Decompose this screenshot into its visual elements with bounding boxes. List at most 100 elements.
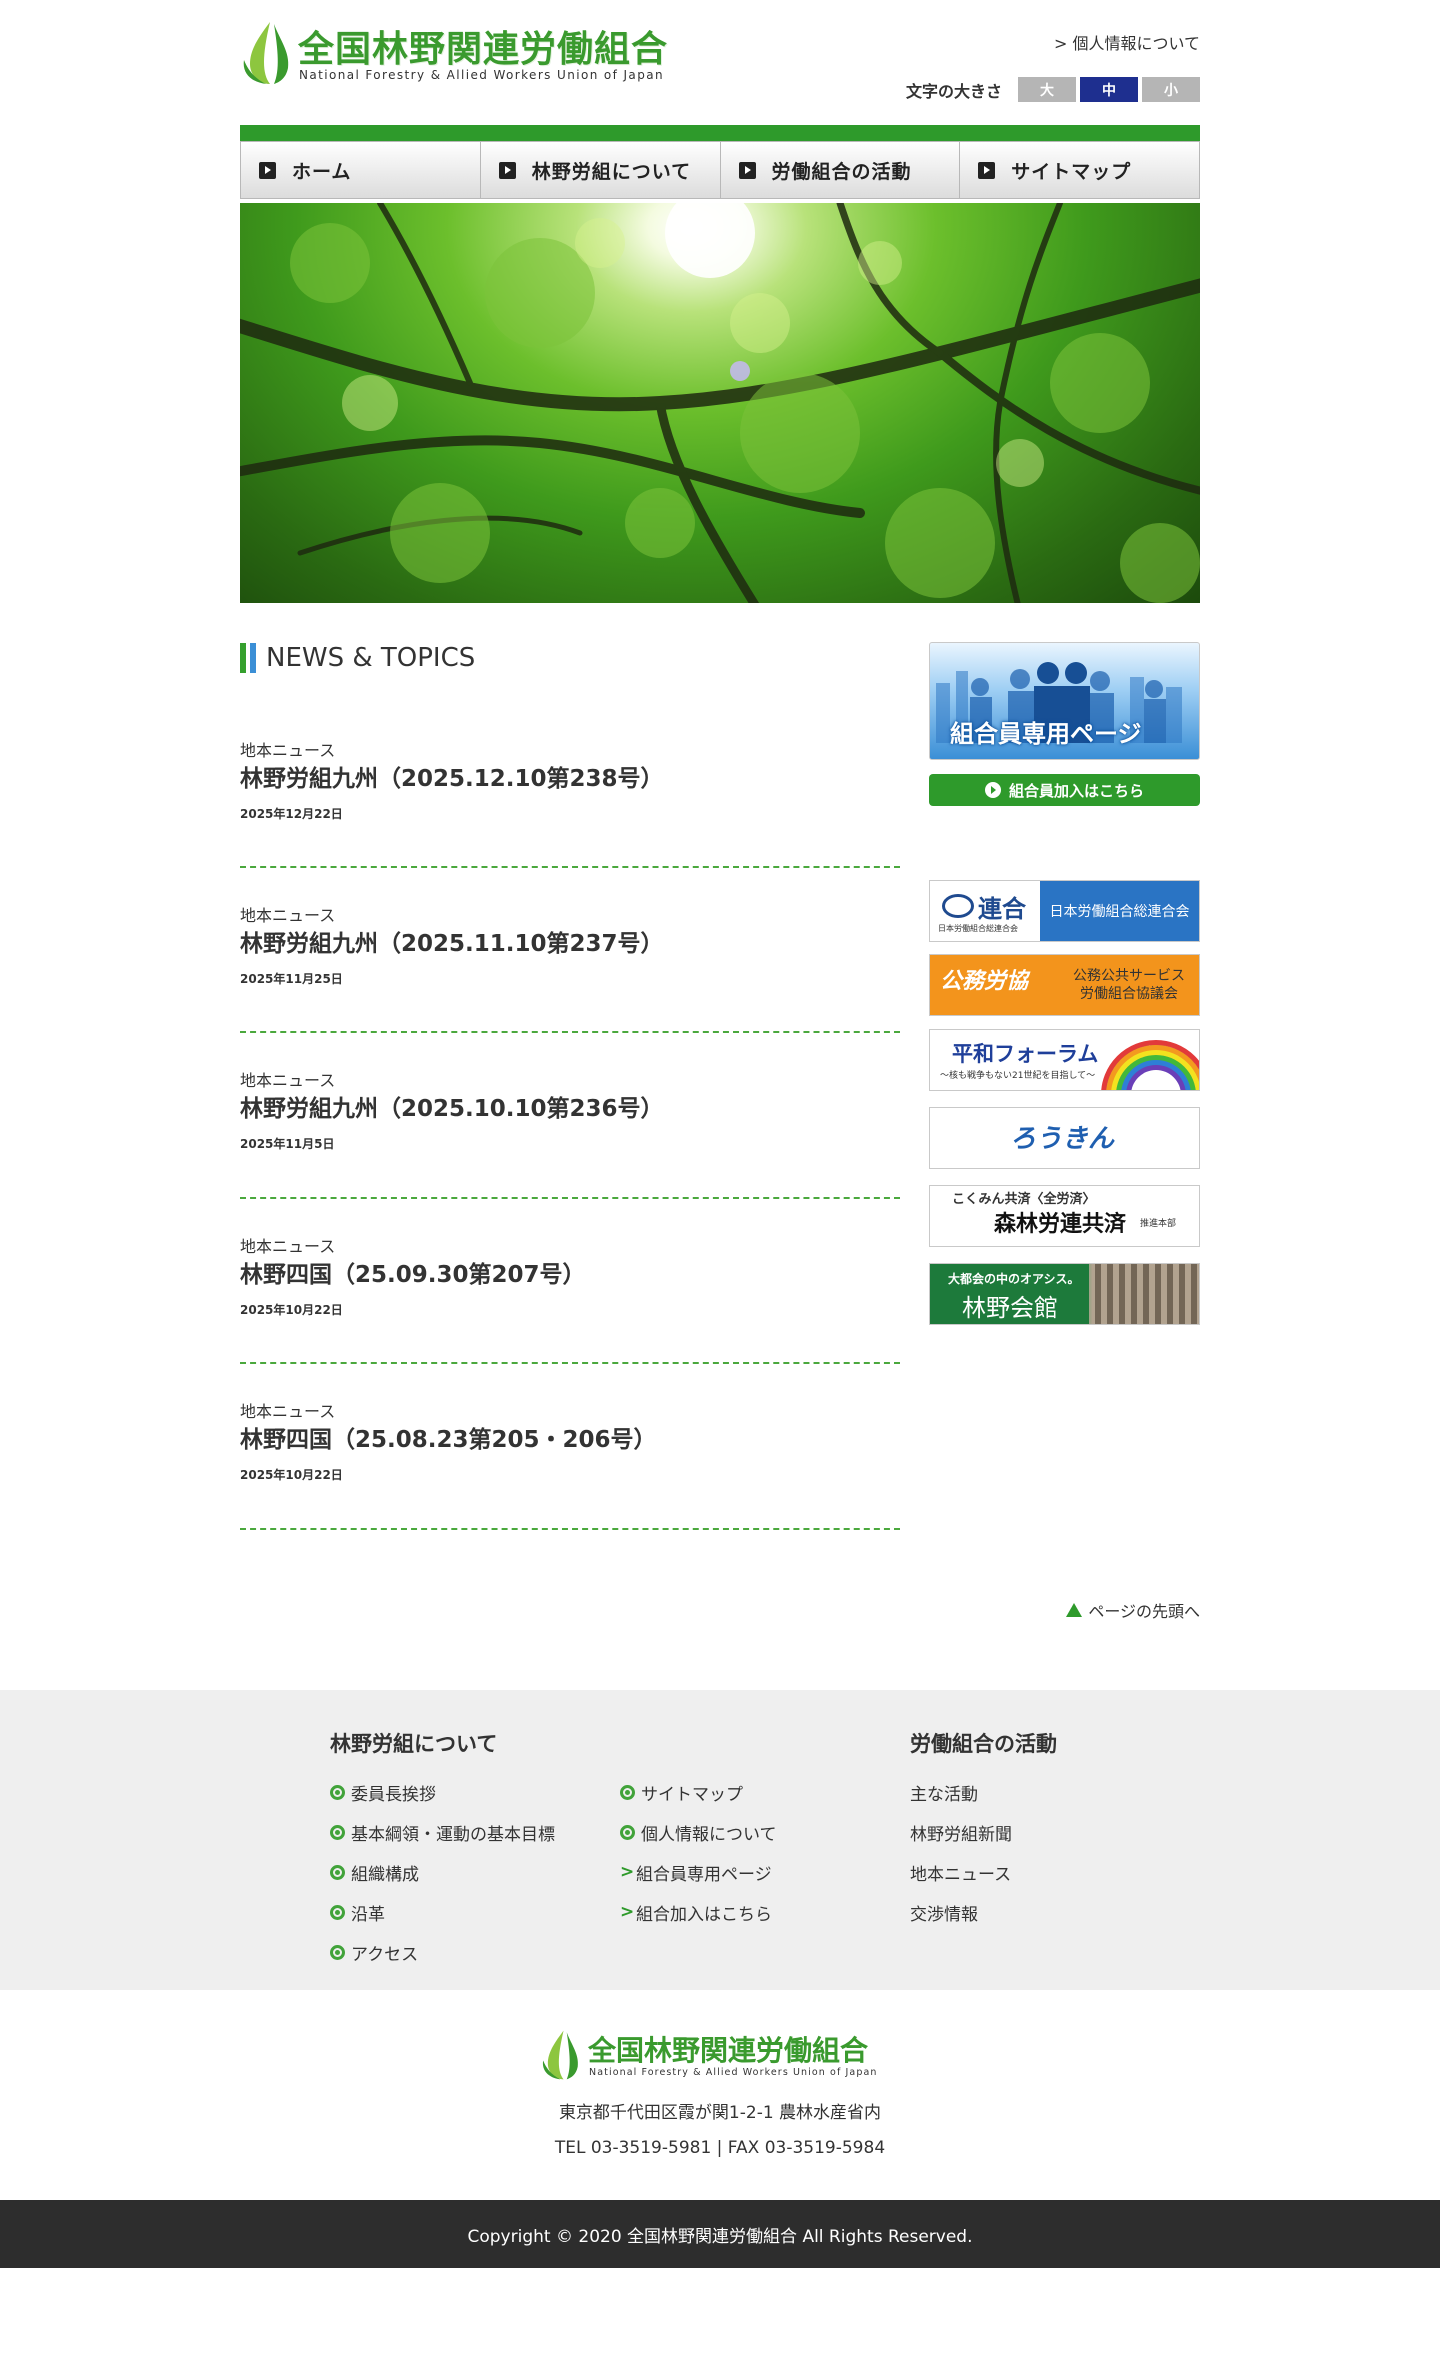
komu-banner-text: 公務公共サービス 労働組合協議会 <box>1073 968 1185 1002</box>
join-union-button[interactable]: 組合員加入はこちら <box>929 774 1200 806</box>
banner-rengo[interactable]: 連合 日本労働組合総連合会 日本労働組合総連合会 <box>929 880 1200 942</box>
circle-bullet-icon <box>620 1784 635 1800</box>
nav-item-activities[interactable]: 労働組合の活動 <box>720 141 961 199</box>
footer-link-join[interactable]: > 組合加入はこちら <box>620 1892 777 1932</box>
banner-shinrin-roren-kyosai[interactable]: こくみん共済〈全労済〉 森林労連共済 推進本部 <box>929 1185 1200 1247</box>
footer-address: 東京都千代田区霞が関1-2-1 農林水産省内 <box>558 2103 882 2123</box>
rengo-logo-subtitle: 日本労働組合総連合会 <box>938 924 1018 933</box>
news-title-link[interactable]: 林野労組九州（2025.12.10第238号） <box>240 759 664 793</box>
rengo-logo: 連合 <box>942 889 1026 924</box>
arrow-right-icon <box>978 161 996 179</box>
news-title-link[interactable]: 林野労組九州（2025.11.10第237号） <box>240 924 664 958</box>
footer-logo[interactable]: 全国林野関連労働組合 National Forestry & Allied Wo… <box>540 2025 900 2085</box>
news-category: 地本ニュース <box>240 741 336 760</box>
news-title-link[interactable]: 林野四国（25.09.30第207号） <box>240 1255 586 1289</box>
footer-link-organization[interactable]: 組織構成 <box>330 1852 555 1892</box>
news-heading-text: NEWS & TOPICS <box>266 643 476 673</box>
font-size-medium-button[interactable]: 中 <box>1080 77 1138 102</box>
member-page-banner[interactable]: 組合員専用ページ <box>929 642 1200 760</box>
footer-nav: 林野労組について 委員長挨拶 基本綱領・運動の基本目標 組織構成 沿革 アクセス… <box>0 1690 1440 1990</box>
hero-branches <box>240 203 1200 603</box>
footer-link-privacy[interactable]: 個人情報について <box>620 1812 777 1852</box>
news-category: 地本ニュース <box>240 1402 336 1421</box>
footer-link-greeting[interactable]: 委員長挨拶 <box>330 1772 555 1812</box>
komu-logo: 公務労協 <box>940 969 1029 994</box>
global-nav: ホーム 林野労組について 労働組合の活動 サイトマップ <box>240 141 1200 199</box>
news-item: 地本ニュース 林野労組九州（2025.12.10第238号） 2025年12月2… <box>240 737 900 868</box>
shinrin-banner-title: 森林労連共済 <box>994 1212 1127 1237</box>
page-top-label: ページの先頭へ <box>1088 1602 1200 1621</box>
news-item: 地本ニュース 林野四国（25.09.30第207号） 2025年10月22日 <box>240 1233 900 1364</box>
chevron-right-icon: > <box>620 1862 635 1882</box>
nav-item-about[interactable]: 林野労組について <box>480 141 721 199</box>
logo-leaf-icon <box>542 2030 578 2080</box>
banner-peace-forum[interactable]: 平和フォーラム 〜核も戦争もない21世紀を目指して〜 <box>929 1029 1200 1091</box>
news-date: 2025年10月22日 <box>240 1468 343 1482</box>
font-size-large-button[interactable]: 大 <box>1018 77 1076 102</box>
privacy-link[interactable]: > 個人情報について <box>1054 30 1200 54</box>
footer-nav-activities: 労働組合の活動 主な活動 林野労組新聞 地本ニュース 交渉情報 <box>910 1728 1057 1932</box>
chevron-right-icon: > <box>620 1902 635 1922</box>
site-logo[interactable]: 全国林野関連労働組合 National Forestry & Allied Wo… <box>240 18 680 90</box>
rokin-logo: ろうきん <box>1010 1124 1115 1154</box>
building-icon <box>1089 1264 1199 1324</box>
footer-logo-title: 全国林野関連労働組合 <box>588 2034 869 2067</box>
footer-link-member-page[interactable]: > 組合員専用ページ <box>620 1852 777 1892</box>
footer-link-chihon-news[interactable]: 地本ニュース <box>910 1852 1057 1892</box>
font-size-small-button[interactable]: 小 <box>1142 77 1200 102</box>
rainbow-icon <box>1101 1040 1199 1090</box>
news-item: 地本ニュース 林野四国（25.08.23第205・206号） 2025年10月2… <box>240 1398 900 1530</box>
nav-item-label: 労働組合の活動 <box>771 160 912 183</box>
news-category: 地本ニュース <box>240 906 336 925</box>
footer-contact: TEL 03-3519-5981 | FAX 03-3519-5984 <box>554 2138 886 2158</box>
join-button-label: 組合員加入はこちら <box>1008 781 1144 800</box>
arrow-right-icon <box>498 161 516 179</box>
news-date: 2025年10月22日 <box>240 1303 343 1317</box>
footer-link-history[interactable]: 沿革 <box>330 1892 555 1932</box>
banner-rinya-kaikan[interactable]: 大都会の中のオアシス。 林野会館 <box>929 1263 1200 1325</box>
banner-rokin[interactable]: ろうきん <box>929 1107 1200 1169</box>
arrow-right-icon <box>259 161 276 179</box>
news-title-link[interactable]: 林野四国（25.08.23第205・206号） <box>240 1420 657 1454</box>
news-category: 地本ニュース <box>240 1237 336 1256</box>
arrow-right-icon <box>738 161 756 179</box>
circle-bullet-icon <box>330 1864 345 1880</box>
heading-bars-icon <box>240 643 256 673</box>
footer-nav-misc: サイトマップ 個人情報について > 組合員専用ページ > 組合加入はこちら <box>620 1772 777 1932</box>
circle-bullet-icon <box>330 1784 345 1800</box>
news-title-link[interactable]: 林野労組九州（2025.10.10第236号） <box>240 1089 664 1123</box>
font-size-switcher: 文字の大きさ 大 中 小 <box>906 77 1200 102</box>
logo-title: 全国林野関連労働組合 <box>298 29 669 70</box>
copyright-bar: Copyright © 2020 全国林野関連労働組合 All Rights R… <box>0 2200 1440 2268</box>
kaikan-banner-title: 林野会館 <box>962 1294 1058 1322</box>
news-heading: NEWS & TOPICS <box>240 642 475 674</box>
footer-link-main-activities[interactable]: 主な活動 <box>910 1772 1057 1812</box>
footer-link-newspaper[interactable]: 林野労組新聞 <box>910 1812 1057 1852</box>
banner-komu-rokyo[interactable]: 公務労協 公務公共サービス 労働組合協議会 <box>929 954 1200 1016</box>
footer-link-sitemap[interactable]: サイトマップ <box>620 1772 777 1812</box>
nav-item-sitemap[interactable]: サイトマップ <box>960 141 1200 199</box>
footer-logo-subtitle: National Forestry & Allied Workers Union… <box>589 2067 878 2078</box>
hero-forest-image <box>240 203 1200 603</box>
footer-nav-heading: 労働組合の活動 <box>910 1732 1057 1756</box>
circle-bullet-icon <box>330 1824 345 1840</box>
logo-subtitle: National Forestry & Allied Workers Union… <box>299 68 664 82</box>
member-banner-label: 組合員専用ページ <box>950 720 1142 748</box>
nav-accent-bar <box>240 125 1200 141</box>
logo-leaf-icon <box>243 22 289 84</box>
kaikan-banner-tagline: 大都会の中のオアシス。 <box>948 1272 1080 1286</box>
page-top-link[interactable]: ページの先頭へ <box>1066 1598 1200 1622</box>
footer-link-access[interactable]: アクセス <box>330 1932 555 1972</box>
footer-link-negotiation[interactable]: 交渉情報 <box>910 1892 1057 1932</box>
footer-link-principles[interactable]: 基本綱領・運動の基本目標 <box>330 1812 555 1852</box>
news-date: 2025年12月22日 <box>240 807 343 821</box>
news-item: 地本ニュース 林野労組九州（2025.10.10第236号） 2025年11月5… <box>240 1067 900 1199</box>
shinrin-banner-top: こくみん共済〈全労済〉 <box>952 1192 1096 1207</box>
peace-forum-subtitle: 〜核も戦争もない21世紀を目指して〜 <box>940 1071 1096 1081</box>
circle-bullet-icon <box>330 1944 345 1960</box>
footer-nav-heading: 林野労組について <box>330 1732 498 1756</box>
nav-item-home[interactable]: ホーム <box>240 141 481 199</box>
footer-nav-about: 林野労組について 委員長挨拶 基本綱領・運動の基本目標 組織構成 沿革 アクセス <box>330 1728 555 1972</box>
peace-forum-title: 平和フォーラム <box>952 1042 1099 1066</box>
news-date: 2025年11月5日 <box>240 1137 335 1151</box>
